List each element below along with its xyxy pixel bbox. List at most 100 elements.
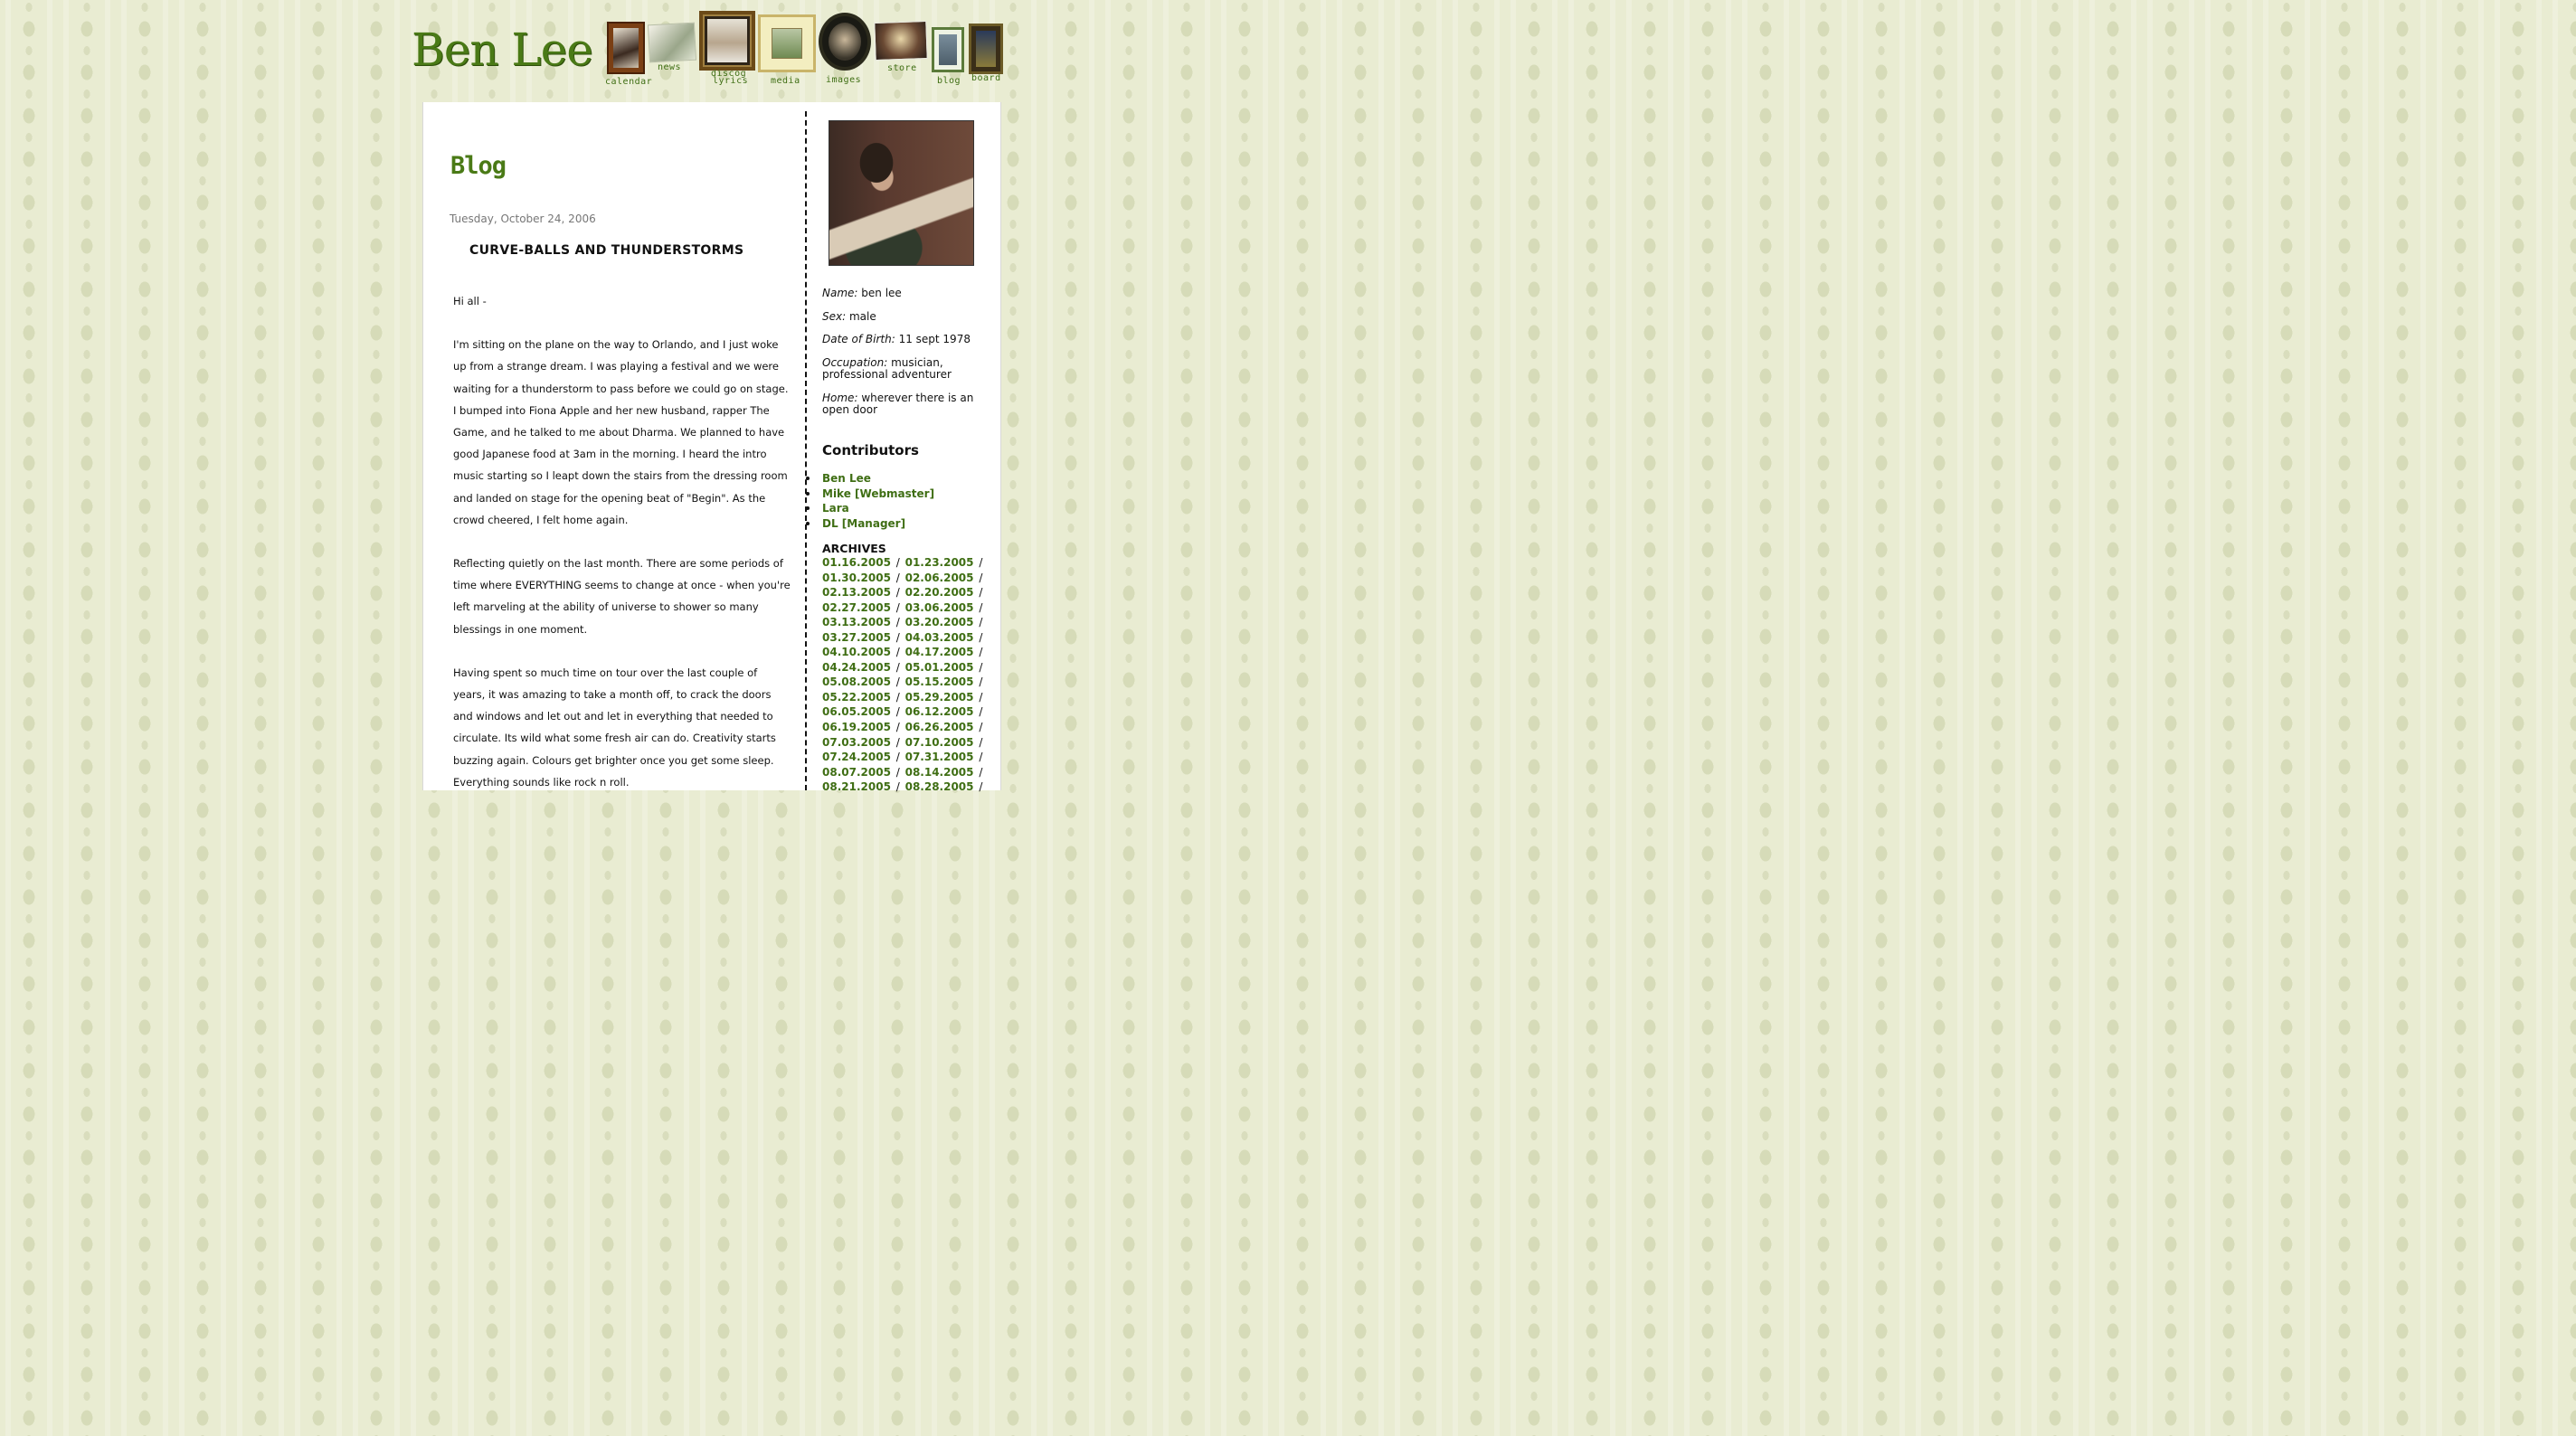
archive-link[interactable]: 07.31.2005	[905, 751, 974, 763]
nav-store-label[interactable]: store	[887, 63, 917, 73]
contributors-list: Ben Lee Mike [Webmaster] Lara DL [Manage…	[805, 471, 934, 532]
images-photo	[829, 23, 861, 61]
nav-board-frame[interactable]	[969, 24, 1003, 74]
archive-link[interactable]: 06.26.2005	[905, 721, 974, 733]
nav-media-label[interactable]: media	[771, 76, 800, 86]
archive-separator: /	[975, 556, 983, 569]
archive-separator: /	[892, 721, 904, 734]
archive-separator: /	[975, 705, 983, 719]
archive-separator: /	[892, 690, 904, 704]
archive-row: 08.21.2005 / 08.28.2005 /	[822, 779, 984, 795]
archive-link[interactable]: 07.03.2005	[822, 736, 891, 749]
archive-link[interactable]: 07.10.2005	[905, 736, 974, 749]
sidebar-divider	[805, 111, 807, 790]
nav-news-label[interactable]: news	[658, 62, 681, 72]
profile-occupation: Occupation: musician, professional adven…	[822, 355, 952, 381]
archive-separator: /	[892, 660, 904, 674]
archive-separator: /	[892, 630, 904, 644]
archive-row: 08.07.2005 / 08.14.2005 /	[822, 765, 984, 780]
nav-calendar-label[interactable]: calendar	[605, 77, 652, 87]
archive-link[interactable]: 05.22.2005	[822, 691, 891, 704]
board-photo	[976, 31, 996, 67]
nav-images-frame[interactable]	[819, 13, 871, 71]
archive-separator: /	[892, 751, 904, 764]
archive-separator: /	[892, 586, 904, 600]
archive-link[interactable]: 06.12.2005	[905, 705, 974, 718]
archive-link[interactable]: 05.01.2005	[905, 661, 974, 674]
archive-link[interactable]: 08.21.2005	[822, 780, 891, 793]
site-logo[interactable]: Ben Lee	[412, 24, 593, 76]
archive-row: 03.27.2005 / 04.03.2005 /	[822, 630, 984, 646]
archive-row: 05.22.2005 / 05.29.2005 /	[822, 690, 984, 705]
archive-link[interactable]: 08.14.2005	[905, 766, 974, 779]
archives-heading: ARCHIVES	[822, 542, 886, 555]
archive-link[interactable]: 01.23.2005	[905, 556, 974, 569]
archive-separator: /	[975, 735, 983, 749]
nav-blog-frame[interactable]	[932, 27, 964, 72]
nav-news-frame[interactable]	[647, 22, 697, 63]
archive-separator: /	[892, 765, 904, 779]
post-date: Tuesday, October 24, 2006	[450, 213, 596, 225]
post-paragraph: Reflecting quietly on the last month. Th…	[453, 557, 791, 636]
site-header: Ben Lee calendar news discog lyrics medi…	[412, 7, 1009, 94]
archive-row: 01.16.2005 / 01.23.2005 /	[822, 555, 984, 571]
archive-separator: /	[975, 751, 983, 764]
archive-separator: /	[975, 675, 983, 689]
archive-link[interactable]: 01.16.2005	[822, 556, 891, 569]
nav-media-frame[interactable]	[758, 14, 816, 72]
archive-separator: /	[892, 600, 904, 614]
post-body: Hi all - I'm sitting on the plane on the…	[453, 290, 792, 815]
archive-link[interactable]: 07.24.2005	[822, 751, 891, 763]
archive-separator: /	[975, 646, 983, 659]
nav-images-label[interactable]: images	[826, 75, 861, 85]
contributor-link[interactable]: Ben Lee	[805, 471, 934, 487]
archive-link[interactable]: 04.17.2005	[905, 646, 974, 658]
contributor-link[interactable]: DL [Manager]	[805, 516, 934, 532]
archive-link[interactable]: 01.30.2005	[822, 572, 891, 584]
archive-link[interactable]: 06.05.2005	[822, 705, 891, 718]
archive-link[interactable]: 04.24.2005	[822, 661, 891, 674]
archive-separator: /	[975, 586, 983, 600]
nav-store-frame[interactable]	[874, 21, 928, 61]
archive-separator: /	[892, 571, 904, 584]
nav-blog-label[interactable]: blog	[937, 76, 961, 86]
contributor-link[interactable]: Mike [Webmaster]	[805, 487, 934, 502]
archive-link[interactable]: 02.27.2005	[822, 601, 891, 614]
archive-link[interactable]: 03.20.2005	[905, 616, 974, 628]
archive-separator: /	[975, 571, 983, 584]
archive-link[interactable]: 03.13.2005	[822, 616, 891, 628]
nav-discog-frame[interactable]	[699, 11, 755, 71]
archive-link[interactable]: 05.29.2005	[905, 691, 974, 704]
archive-row: 07.24.2005 / 07.31.2005 /	[822, 750, 984, 765]
nav-lyrics-label[interactable]: lyrics	[713, 76, 748, 86]
archive-link[interactable]: 05.15.2005	[905, 675, 974, 688]
archive-separator: /	[975, 690, 983, 704]
archive-link[interactable]: 04.03.2005	[905, 631, 974, 644]
contributors-heading: Contributors	[822, 442, 919, 458]
media-photo	[772, 28, 802, 59]
profile-home: Home: wherever there is an open door	[822, 391, 974, 416]
archive-row: 04.24.2005 / 05.01.2005 /	[822, 660, 984, 675]
nav-board-label[interactable]: board	[971, 73, 1001, 83]
archive-separator: /	[892, 735, 904, 749]
contributor-link[interactable]: Lara	[805, 501, 934, 516]
profile-info: Name: ben lee Sex: male Date of Birth: 1…	[822, 287, 980, 428]
archive-link[interactable]: 03.06.2005	[905, 601, 974, 614]
nav-calendar-frame[interactable]	[607, 22, 645, 74]
archive-separator: /	[892, 646, 904, 659]
archive-link[interactable]: 08.28.2005	[905, 780, 974, 793]
archive-link[interactable]: 03.27.2005	[822, 631, 891, 644]
post-title: CURVE-BALLS AND THUNDERSTORMS	[469, 243, 744, 258]
archive-row: 02.27.2005 / 03.06.2005 /	[822, 600, 984, 616]
archive-link[interactable]: 02.06.2005	[905, 572, 974, 584]
archive-link[interactable]: 04.10.2005	[822, 646, 891, 658]
archive-link[interactable]: 06.19.2005	[822, 721, 891, 733]
archive-link[interactable]: 08.07.2005	[822, 766, 891, 779]
profile-name: Name: ben lee	[822, 287, 902, 299]
archive-link[interactable]: 02.20.2005	[905, 586, 974, 599]
archive-link[interactable]: 05.08.2005	[822, 675, 891, 688]
blog-title: Blog	[450, 152, 507, 180]
profile-photo	[829, 120, 974, 266]
profile-sex: Sex: male	[822, 309, 876, 323]
archive-link[interactable]: 02.13.2005	[822, 586, 891, 599]
